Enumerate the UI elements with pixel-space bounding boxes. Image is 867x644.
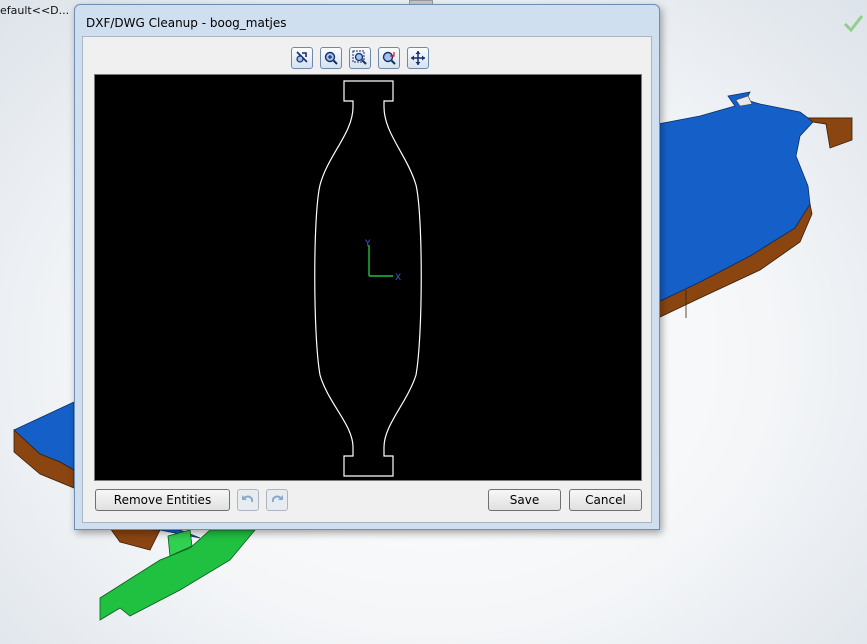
y-axis-label: Y <box>364 239 371 249</box>
drawing-canvas[interactable]: X Y <box>95 75 641 480</box>
pan-icon <box>411 51 425 65</box>
zoom-previous-button[interactable] <box>378 47 400 69</box>
dialog-title: DXF/DWG Cleanup - boog_matjes <box>86 16 287 30</box>
undo-button[interactable] <box>237 489 259 511</box>
origin-text: efault<<D... <box>0 4 70 17</box>
model-tab-side <box>806 117 853 149</box>
save-button[interactable]: Save <box>488 489 561 511</box>
zoom-area-button[interactable] <box>349 47 371 69</box>
model-flange-bottom-side-2 <box>109 527 161 551</box>
undo-icon <box>242 495 254 503</box>
dialog-titlebar[interactable]: DXF/DWG Cleanup - boog_matjes <box>75 5 659 35</box>
zoom-in-out-button[interactable] <box>320 47 342 69</box>
remove-entities-button[interactable]: Remove Entities <box>95 489 230 511</box>
zoom-fit-icon <box>296 51 308 63</box>
part-outline <box>314 80 422 477</box>
zoom-area-icon <box>352 50 367 65</box>
redo-icon <box>271 495 283 503</box>
confirm-check-icon[interactable] <box>842 12 864 34</box>
axis-triad: X Y <box>364 239 401 283</box>
pan-button[interactable] <box>407 47 429 69</box>
dxf-cleanup-dialog: DXF/DWG Cleanup - boog_matjes X Y Remove… <box>74 4 660 530</box>
redo-button[interactable] <box>266 489 288 511</box>
dialog-client-area: X Y Remove Entities Save Cancel <box>82 36 652 523</box>
zoom-prev-icon <box>382 51 396 65</box>
cancel-button[interactable]: Cancel <box>569 489 642 511</box>
zoom-fit-button[interactable] <box>291 47 313 69</box>
x-axis-label: X <box>395 273 401 283</box>
zoom-in-out-icon <box>324 51 338 65</box>
